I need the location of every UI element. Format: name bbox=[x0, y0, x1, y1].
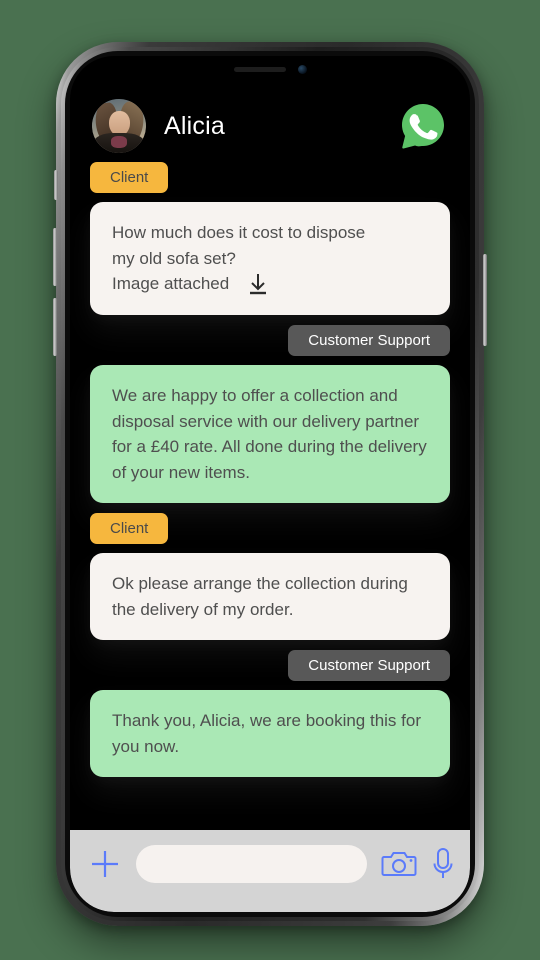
power-button[interactable] bbox=[483, 254, 487, 346]
volume-down-button[interactable] bbox=[53, 298, 57, 356]
sender-badge-support: Customer Support bbox=[288, 650, 450, 681]
sender-badge-support: Customer Support bbox=[288, 325, 450, 356]
message-bubble[interactable]: We are happy to offer a collection and d… bbox=[90, 365, 450, 503]
camera-icon[interactable] bbox=[381, 849, 417, 879]
earpiece-speaker-icon bbox=[233, 66, 286, 72]
message-group-3: Client Ok please arrange the collection … bbox=[90, 513, 450, 640]
phone-notch bbox=[195, 56, 345, 82]
download-icon[interactable] bbox=[245, 271, 271, 297]
whatsapp-call-button[interactable] bbox=[398, 101, 448, 151]
front-camera-icon bbox=[297, 64, 307, 74]
message-bubble[interactable]: Ok please arrange the collection during … bbox=[90, 553, 450, 640]
message-text-line-2: my old sofa set? bbox=[112, 248, 236, 268]
sender-badge-client: Client bbox=[90, 162, 169, 193]
sender-badge-client: Client bbox=[90, 513, 169, 544]
message-list: Client How much does it cost to dispose … bbox=[70, 152, 470, 777]
phone-device: Alicia Client How much does it cost to d… bbox=[53, 42, 487, 926]
attachment-label: Image attached bbox=[112, 274, 230, 294]
avatar[interactable] bbox=[92, 99, 146, 153]
message-input-bar bbox=[70, 830, 470, 912]
message-input[interactable] bbox=[136, 845, 367, 883]
contact-name: Alicia bbox=[164, 111, 225, 140]
message-text-line-1: How much does it cost to dispose bbox=[112, 223, 366, 242]
microphone-icon[interactable] bbox=[431, 847, 455, 881]
phone-screen: Alicia Client How much does it cost to d… bbox=[70, 56, 470, 912]
message-bubble[interactable]: Thank you, Alicia, we are booking this f… bbox=[90, 690, 450, 777]
message-bubble[interactable]: How much does it cost to dispose my old … bbox=[90, 202, 450, 315]
add-attachment-icon[interactable] bbox=[88, 847, 122, 881]
message-group-2: Customer Support We are happy to offer a… bbox=[90, 325, 450, 503]
volume-up-button[interactable] bbox=[53, 228, 57, 286]
whatsapp-icon bbox=[402, 104, 444, 149]
message-group-1: Client How much does it cost to dispose … bbox=[90, 162, 450, 315]
message-group-4: Customer Support Thank you, Alicia, we a… bbox=[90, 650, 450, 777]
attachment-row[interactable]: Image attached bbox=[112, 271, 428, 297]
silent-switch-button[interactable] bbox=[54, 170, 58, 200]
